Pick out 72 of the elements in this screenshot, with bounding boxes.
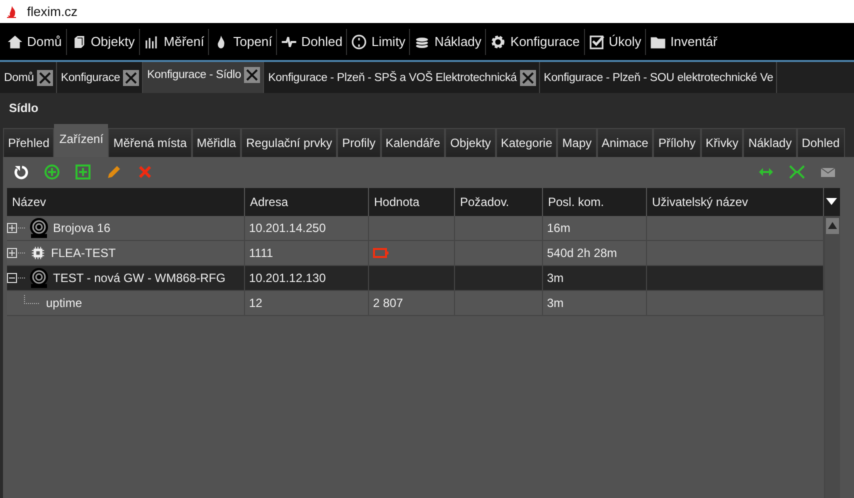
device-name: TEST - nová GW - WM868-RFG [53, 271, 226, 285]
tab[interactable]: Animace [596, 128, 654, 157]
device-name: uptime [46, 296, 82, 310]
flame-favicon-icon [7, 6, 17, 18]
section-title: Sídlo [8, 100, 40, 117]
pencil-icon[interactable] [106, 164, 122, 180]
tab[interactable]: Objekty [445, 128, 496, 157]
collapse-icon[interactable] [7, 272, 25, 284]
page-title: flexim.cz [27, 4, 78, 19]
menu-item[interactable]: Inventář [649, 34, 718, 50]
table-row[interactable]: TEST - nová GW - WM868-RFG 10.201.12.130 3m [7, 266, 824, 291]
expand-icon[interactable] [7, 248, 25, 258]
tab[interactable]: Regulační prvky [241, 128, 338, 157]
tab[interactable]: Přehled [3, 128, 54, 157]
last-contact-text: 540d 2h 28m [547, 246, 618, 260]
menu-item[interactable]: Objekty [70, 34, 136, 50]
menu-item[interactable]: Domů [6, 34, 63, 50]
menu-item[interactable]: Dohled [280, 34, 344, 50]
document-tab[interactable]: Konfigurace [56, 62, 144, 93]
document-tab[interactable]: Konfigurace - Sídlo [143, 62, 264, 93]
device-name: Brojova 16 [53, 221, 110, 235]
add-icon[interactable] [44, 164, 60, 180]
menu-item[interactable]: Úkoly [588, 34, 642, 50]
document-tab[interactable]: Konfigurace - Plzeň - SPŠ a VOŠ Elektrotechnická [264, 62, 540, 93]
add-square-icon[interactable] [75, 164, 91, 180]
menu-item[interactable]: Měření [142, 34, 206, 50]
menu-item[interactable]: Náklady [413, 34, 482, 50]
table-row[interactable]: FLEA-TEST 1111 540d 2h 28m [7, 241, 824, 266]
close-icon[interactable] [520, 70, 536, 86]
tab[interactable]: Měřená místa [108, 128, 192, 157]
close-icon[interactable] [36, 70, 53, 86]
menu-item[interactable]: Konfigurace [489, 34, 581, 50]
check-icon [588, 34, 605, 50]
tab[interactable]: Kalendáře [380, 128, 446, 157]
expand-icon[interactable] [7, 222, 25, 234]
chip-icon [31, 246, 45, 260]
tab[interactable]: Profily [337, 128, 380, 157]
menu-item[interactable]: Topení [212, 34, 274, 50]
address-text: 1111 [249, 246, 274, 260]
address-text: 10.201.14.250 [249, 221, 326, 235]
tab[interactable]: Přílohy [653, 128, 701, 157]
tab[interactable]: Měřidla [192, 128, 242, 157]
last-contact-text: 3m [547, 271, 564, 285]
last-contact-text: 3m [547, 296, 564, 310]
tab[interactable]: Zařízení [54, 124, 108, 157]
tab[interactable]: Kategorie [496, 128, 558, 157]
disconnect-icon[interactable] [789, 164, 805, 180]
antenna-icon [28, 267, 50, 289]
address-text: 12 [249, 296, 262, 310]
table-row[interactable]: Brojova 16 10.201.14.250 16m [7, 216, 824, 241]
circle-icon [351, 34, 368, 50]
table-row[interactable]: uptime 12 2 807 3m [7, 291, 824, 316]
antenna-icon [28, 217, 50, 239]
tab[interactable]: Náklady [743, 128, 797, 157]
close-icon[interactable] [123, 70, 140, 86]
refresh-icon[interactable] [13, 164, 29, 180]
home-icon [7, 34, 23, 50]
menu-item[interactable]: Limity [350, 34, 406, 50]
scrollbar[interactable] [824, 216, 840, 498]
last-contact-text: 16m [547, 221, 570, 235]
tab[interactable]: Dohled [796, 128, 845, 157]
document-tab[interactable]: Domů [0, 62, 57, 93]
value-text: 2 807 [373, 296, 404, 310]
gear-icon [490, 34, 506, 50]
close-icon[interactable] [244, 66, 260, 82]
bars-icon [144, 34, 160, 50]
device-name: FLEA-TEST [51, 246, 116, 260]
document-tab[interactable]: Konfigurace - Plzeň - SOU elektrotechnické Ve [540, 62, 778, 93]
scroll-up-icon[interactable] [826, 218, 839, 234]
tab[interactable]: Mapy [557, 128, 597, 157]
address-text: 10.201.12.130 [249, 271, 326, 285]
tab[interactable]: Křivky [700, 128, 744, 157]
